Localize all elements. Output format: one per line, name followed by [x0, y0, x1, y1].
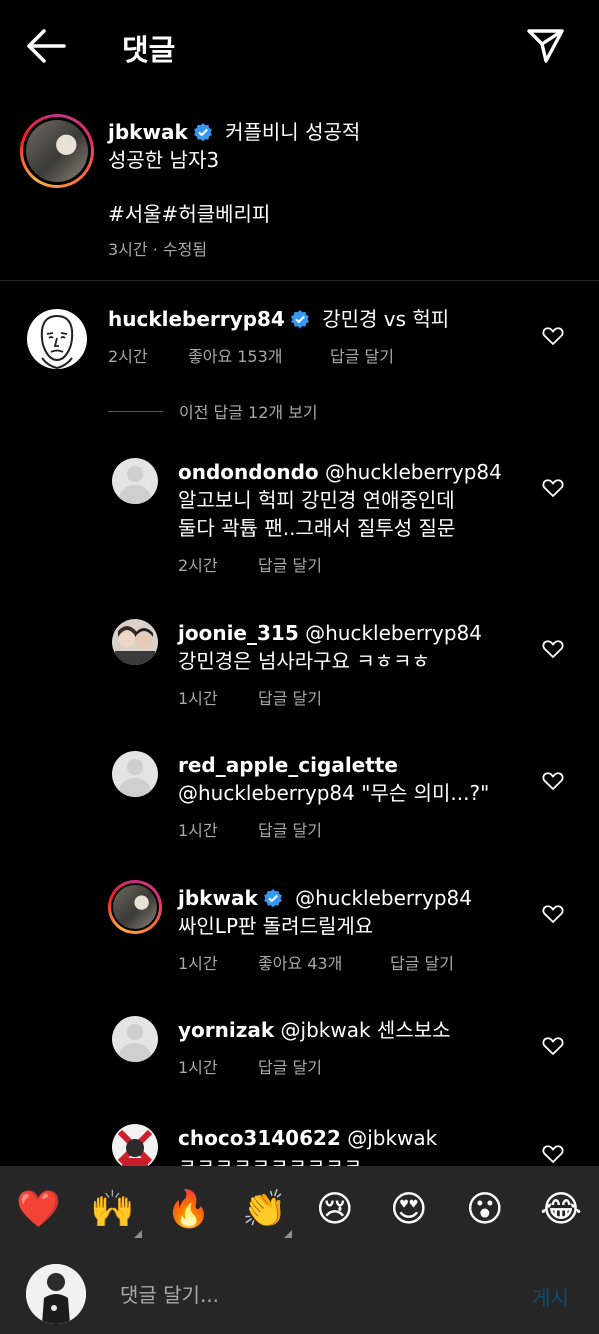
top-comment: huckleberryp84 강민경 vs 헉피 2시간 좋아요 153개 답글… — [0, 298, 599, 378]
comment-username[interactable]: red_apple_cigalette — [178, 753, 398, 777]
surprised-emoji-button[interactable]: 😮 — [466, 1188, 504, 1232]
comment-text: ㅋㅋㅋㅋㅋㅋㅋㅋㅋㅋ — [178, 1154, 362, 1166]
avatar[interactable] — [112, 458, 158, 504]
verified-badge-icon — [290, 310, 309, 329]
comment-input[interactable] — [120, 1280, 500, 1310]
laughing-emoji-button[interactable]: 😂 — [540, 1188, 582, 1232]
view-previous-replies[interactable]: 이전 답글 12개 보기 — [108, 398, 318, 424]
comment-time: 1시간 — [178, 1058, 218, 1077]
page-title: 댓글 — [122, 33, 176, 67]
raising-hands-emoji-button[interactable]: 🙌 — [90, 1188, 135, 1232]
comment-username[interactable]: choco3140622 — [178, 1126, 341, 1150]
reply-button[interactable]: 답글 달기 — [258, 1054, 322, 1078]
heart-emoji-button[interactable]: ❤️ — [16, 1188, 61, 1232]
reply-button[interactable]: 답글 달기 — [258, 685, 322, 709]
comment-text: 센스보소 — [376, 1018, 451, 1042]
reply-button[interactable]: 답글 달기 — [330, 343, 394, 367]
heart-eyes-emoji-button[interactable]: 😍 — [390, 1188, 428, 1232]
like-heart-icon[interactable] — [542, 478, 564, 498]
comment-time: 2시간 — [108, 347, 148, 366]
my-avatar — [26, 1264, 86, 1324]
reply-comment: jbkwak @huckleberryp84 싸인LP판 돌려드릴게요 1시간 … — [0, 876, 599, 976]
skin-tone-indicator-icon — [284, 1230, 292, 1238]
like-heart-icon[interactable] — [542, 639, 564, 659]
reply-comment: joonie_315 @huckleberryp84 강민경은 넘사라구요 ㅋㅎ… — [0, 611, 599, 711]
comment-time: 2시간 — [178, 556, 218, 575]
post-caption: jbkwak 커플비니 성공적 성공한 남자3 #서울#허클베리피 3시간 · … — [0, 108, 599, 281]
clapping-emoji-button[interactable]: 👏 — [242, 1188, 287, 1232]
comment-text: 싸인LP판 돌려드릴게요 — [178, 914, 374, 938]
like-heart-icon[interactable] — [542, 771, 564, 791]
crying-emoji-button[interactable]: 😢 — [316, 1188, 354, 1232]
caption-line-2: 성공한 남자3 — [108, 148, 220, 172]
comment-time: 1시간 — [178, 821, 218, 840]
verified-badge-icon — [193, 123, 212, 142]
like-heart-icon[interactable] — [542, 326, 564, 346]
fire-emoji-button[interactable]: 🔥 — [166, 1188, 211, 1232]
view-replies-label: 이전 답글 12개 보기 — [179, 403, 318, 422]
caption-avatar[interactable] — [20, 114, 94, 188]
comment-mention[interactable]: @jbkwak — [347, 1126, 437, 1150]
choco-avatar[interactable] — [112, 1124, 158, 1166]
huckleberryp84-avatar[interactable] — [26, 308, 88, 370]
verified-badge-icon — [263, 889, 282, 908]
caption-username[interactable]: jbkwak — [108, 120, 188, 144]
skin-tone-indicator-icon — [134, 1230, 142, 1238]
avatar[interactable] — [112, 751, 158, 797]
comment-mention[interactable]: @huckleberryp84 — [178, 781, 355, 805]
caption-hashtags[interactable]: #서울#허클베리피 — [108, 200, 568, 228]
comment-username[interactable]: joonie_315 — [178, 621, 299, 645]
reply-button[interactable]: 답글 달기 — [390, 950, 454, 974]
comment-username[interactable]: yornizak — [178, 1018, 274, 1042]
avatar[interactable] — [112, 1016, 158, 1062]
comment-text: 강민경 vs 헉피 — [322, 307, 450, 331]
comment-time: 1시간 — [178, 954, 218, 973]
comment-mention[interactable]: @huckleberryp84 — [325, 460, 502, 484]
post-button[interactable]: 게시 — [532, 1282, 569, 1311]
reply-comment: red_apple_cigalette @huckleberryp84 "무슨 … — [0, 743, 599, 843]
reply-button[interactable]: 답글 달기 — [258, 552, 322, 576]
caption-meta: 3시간 · 수정됨 — [108, 240, 208, 259]
comment-mention[interactable]: @huckleberryp84 — [305, 621, 482, 645]
reply-button[interactable]: 답글 달기 — [258, 817, 322, 841]
comment-username[interactable]: jbkwak — [178, 886, 258, 910]
comment-mention[interactable]: @huckleberryp84 — [295, 886, 472, 910]
comment-input-bar: 게시 — [0, 1256, 599, 1334]
jbkwak-avatar[interactable] — [108, 880, 162, 934]
back-arrow-icon[interactable] — [24, 26, 68, 66]
comment-time: 1시간 — [178, 689, 218, 708]
reply-comment: yornizak @jbkwak 센스보소 1시간 답글 달기 — [0, 1008, 599, 1098]
reply-comment: ondondondo @huckleberryp84 알고보니 헉피 강민경 연… — [0, 450, 599, 580]
like-heart-icon[interactable] — [542, 904, 564, 924]
comment-text-line-2: 둘다 곽튭 팬..그래서 질투성 질문 — [178, 516, 456, 540]
top-bar: 댓글 — [0, 0, 599, 92]
comment-likes[interactable]: 좋아요 153개 — [188, 343, 330, 367]
comment-text: "무슨 의미...?" — [361, 781, 490, 805]
joonie-avatar[interactable] — [112, 619, 158, 665]
caption-text: 커플비니 성공적 — [225, 120, 361, 144]
comment-text: 알고보니 헉피 강민경 연애중인데 — [178, 488, 455, 512]
comment-username[interactable]: huckleberryp84 — [108, 307, 285, 331]
comment-mention[interactable]: @jbkwak — [281, 1018, 371, 1042]
emoji-quick-bar: ❤️ 🙌 🔥 👏 😢 😍 😮 😂 — [0, 1166, 599, 1256]
direct-message-icon[interactable] — [524, 26, 568, 66]
like-heart-icon[interactable] — [542, 1144, 564, 1164]
comment-text: 강민경은 넘사라구요 ㅋㅎㅋㅎ — [178, 649, 430, 673]
comment-likes[interactable]: 좋아요 43개 — [258, 950, 390, 974]
reply-comment: choco3140622 @jbkwak ㅋㅋㅋㅋㅋㅋㅋㅋㅋㅋ — [0, 1116, 599, 1166]
comment-username[interactable]: ondondondo — [178, 460, 319, 484]
like-heart-icon[interactable] — [542, 1036, 564, 1056]
